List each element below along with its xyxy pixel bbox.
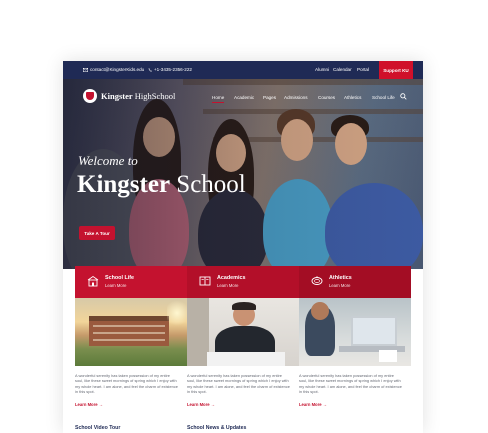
teacher-photo	[187, 298, 299, 366]
feature-school-life[interactable]: School Life Learn More	[75, 266, 187, 298]
take-a-tour-button[interactable]: Take A Tour	[79, 226, 115, 240]
portal-link[interactable]: Portal	[357, 67, 369, 72]
nav-courses[interactable]: Courses	[318, 95, 335, 100]
learn-more-link[interactable]: Learn More →	[75, 402, 103, 407]
nav-admissions[interactable]: Admissions	[284, 95, 308, 100]
learn-more-link[interactable]: Learn More	[105, 283, 126, 288]
laptop-student-photo	[299, 298, 411, 366]
description-text: A wonderful serenity has taken possessio…	[299, 373, 402, 395]
nav-pages[interactable]: Pages	[263, 95, 276, 100]
learn-more-link[interactable]: Learn More →	[299, 402, 327, 407]
description-text: A wonderful serenity has taken possessio…	[187, 373, 290, 395]
video-tour-heading: School Video Tour	[75, 425, 121, 431]
section-headings: School Video Tour School News & Updates	[75, 425, 411, 431]
website-preview: contact@KingsterKids.edu +1-3435-2356-22…	[63, 61, 423, 433]
nav-athletics[interactable]: Athletics	[344, 95, 361, 100]
phone-contact[interactable]: +1-3435-2356-222	[148, 67, 192, 72]
book-icon	[199, 276, 211, 286]
phone-text: +1-3435-2356-222	[154, 67, 192, 72]
description-column: A wonderful serenity has taken possessio…	[75, 373, 187, 413]
hero-title-bold: Kingster	[77, 171, 171, 198]
email-text: contact@KingsterKids.edu	[90, 67, 145, 72]
feature-title: Athletics	[329, 275, 352, 281]
stadium-icon	[311, 276, 323, 285]
school-building-icon	[87, 275, 99, 287]
description-column: A wonderful serenity has taken possessio…	[187, 373, 299, 413]
campus-building-photo	[75, 298, 187, 366]
news-updates-heading: School News & Updates	[187, 425, 247, 431]
brand-name-light: HighSchool	[134, 91, 176, 101]
email-contact[interactable]: contact@KingsterKids.edu	[83, 67, 144, 72]
hero-welcome: Welcome to	[78, 153, 138, 168]
learn-more-link[interactable]: Learn More	[217, 283, 238, 288]
hero-title: Kingster School	[77, 171, 246, 199]
top-bar: contact@KingsterKids.edu +1-3435-2356-22…	[63, 61, 423, 79]
feature-academics[interactable]: Academics Learn More	[187, 266, 299, 298]
calendar-link[interactable]: Calendar	[333, 67, 352, 72]
learn-more-link[interactable]: Learn More	[329, 283, 350, 288]
learn-more-link[interactable]: Learn More →	[187, 402, 215, 407]
envelope-icon	[83, 67, 88, 72]
nav-home[interactable]: Home	[212, 95, 225, 103]
feature-athletics[interactable]: Athletics Learn More	[299, 266, 411, 298]
description-column: A wonderful serenity has taken possessio…	[299, 373, 411, 413]
feature-title: Academics	[217, 275, 246, 281]
nav-academic[interactable]: Academic	[234, 95, 254, 100]
search-icon[interactable]	[400, 93, 407, 100]
alumni-link[interactable]: Alumni	[315, 67, 329, 72]
hero-section: Kingster HighSchool Home Academic Pages …	[63, 79, 423, 269]
feature-title: School Life	[105, 275, 135, 281]
feature-photos	[75, 298, 411, 366]
support-button[interactable]: Support KU	[379, 61, 413, 79]
hero-title-light: School	[176, 171, 246, 198]
description-text: A wonderful serenity has taken possessio…	[75, 373, 178, 395]
crest-icon	[83, 89, 97, 103]
site-logo[interactable]: Kingster HighSchool	[83, 89, 175, 103]
feature-descriptions: A wonderful serenity has taken possessio…	[75, 373, 411, 413]
feature-bars: School Life Learn More Academics Learn M…	[75, 266, 411, 298]
phone-icon	[148, 68, 152, 72]
nav-school-life[interactable]: School Life	[372, 95, 395, 100]
empty-heading	[299, 425, 411, 431]
brand-name-bold: Kingster	[101, 91, 133, 101]
